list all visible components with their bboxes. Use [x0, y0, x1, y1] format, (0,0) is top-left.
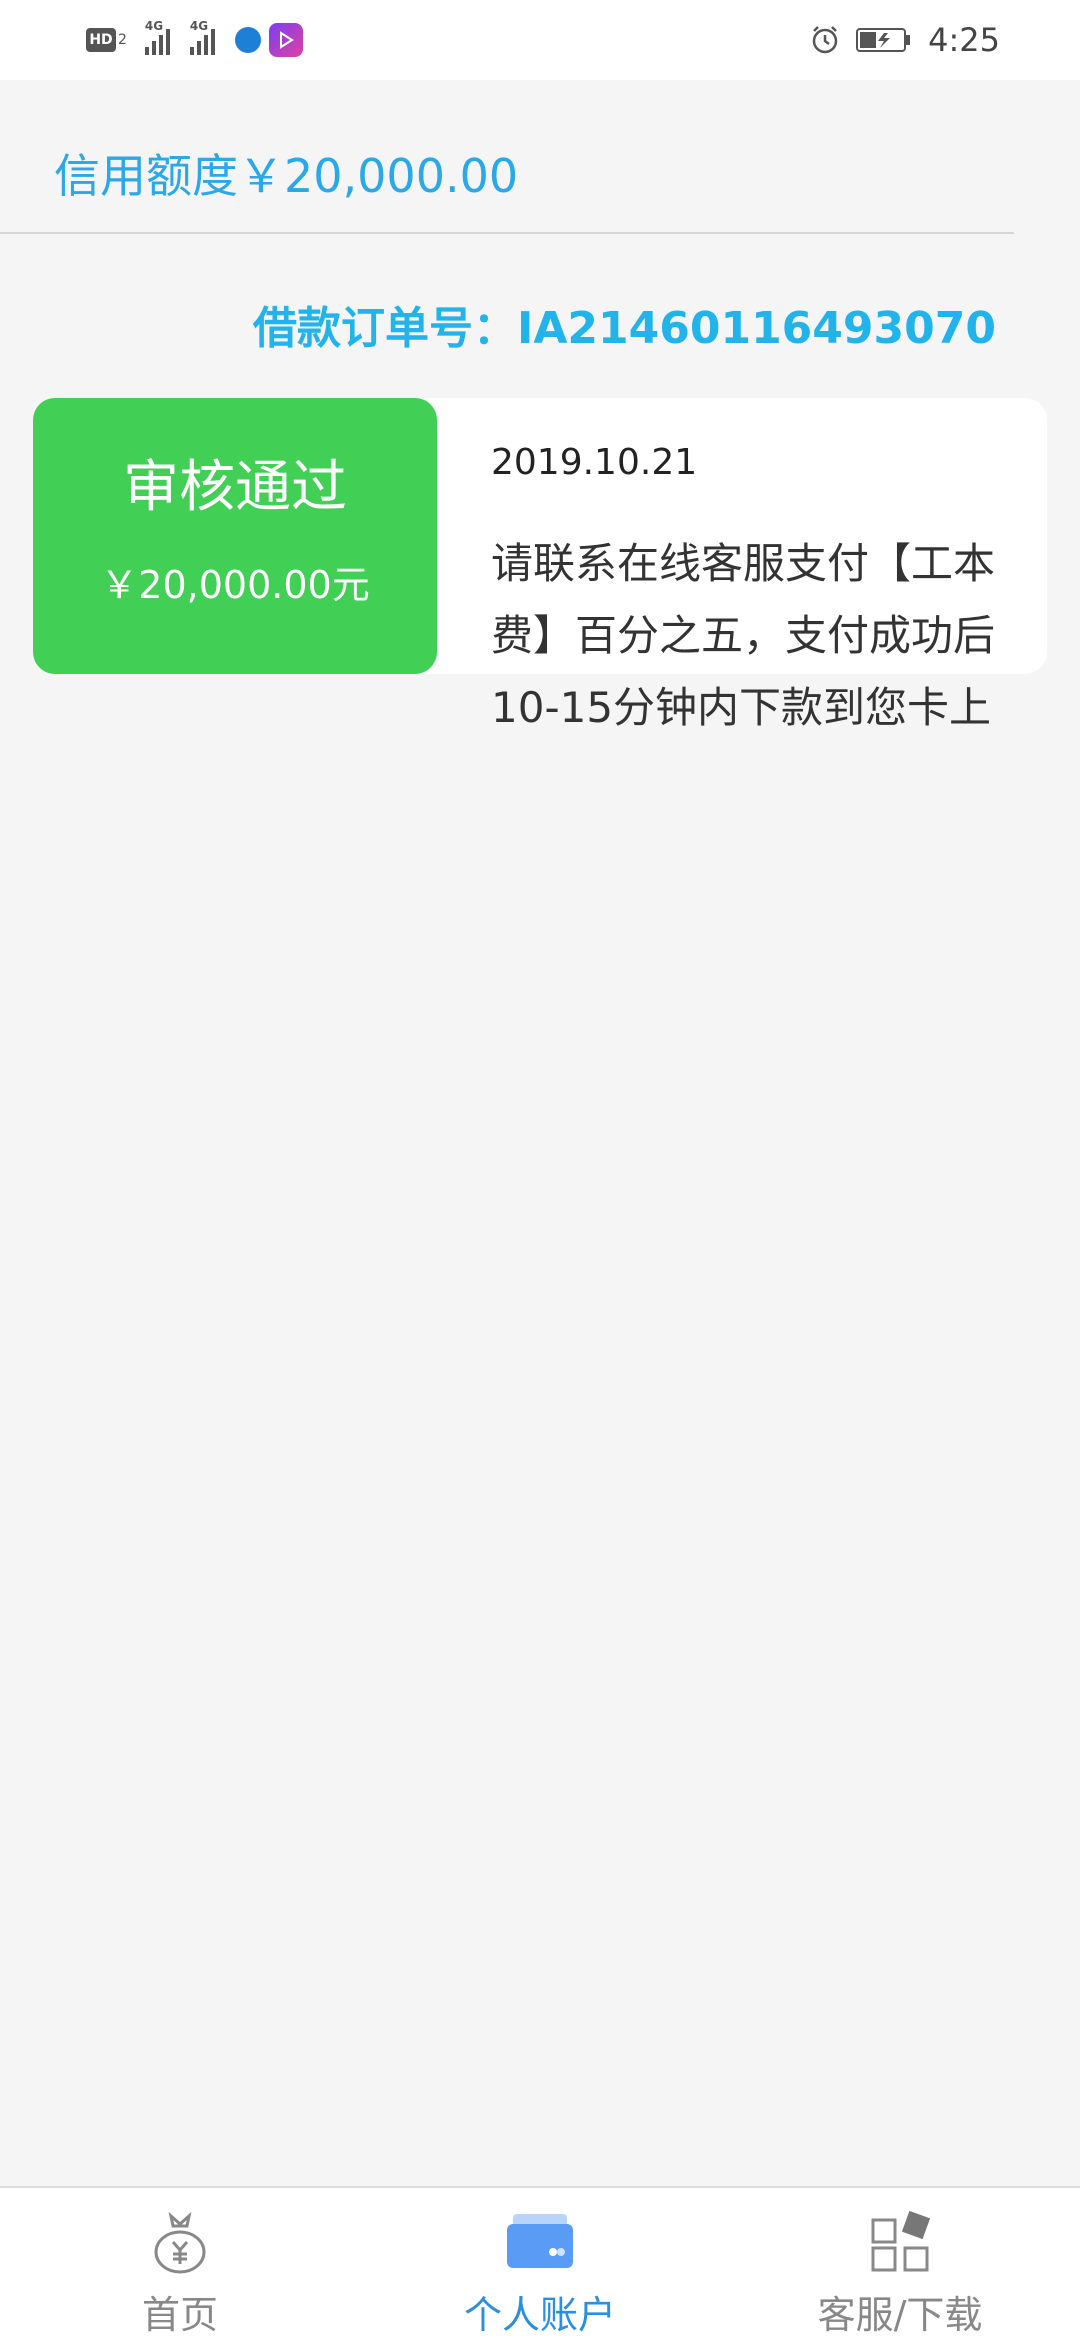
approved-amount: ￥20,000.00元: [100, 563, 370, 607]
nav-item-account[interactable]: 个人账户: [360, 2188, 720, 2342]
approval-status-panel: 审核通过 ￥20,000.00元: [33, 398, 437, 674]
alarm-icon: [812, 26, 838, 54]
wallet-icon: [507, 2214, 573, 2268]
video-app-icon: [268, 23, 303, 57]
hd-sub-label: 2: [118, 32, 127, 48]
status-bar: HD 2 4G 4G 4:25: [0, 0, 1080, 80]
loan-order-number: 借款订单号：IA21460116493070: [252, 303, 996, 354]
money-bag-icon: [154, 2211, 206, 2274]
bottom-nav: 首页 个人账户 客服/下载: [0, 2186, 1080, 2342]
nav-item-home[interactable]: 首页: [0, 2188, 360, 2342]
payment-instruction-message: 请联系在线客服支付【工本费】百分之五，支付成功后10-15分钟内下款到您卡上: [491, 539, 996, 732]
apps-grid-icon: [871, 2210, 931, 2272]
network-type-label: 4G: [189, 19, 209, 33]
approval-status-title: 审核通过: [123, 455, 347, 520]
clock-time: 4:25: [928, 21, 1000, 59]
divider: [0, 232, 1014, 234]
hd-label: HD: [89, 32, 113, 48]
signal-icon: 4G: [144, 19, 170, 55]
browser-app-icon: [234, 27, 261, 53]
application-date: 2019.10.21: [491, 442, 698, 483]
nav-item-service-download[interactable]: 客服/下载: [720, 2188, 1080, 2342]
status-bar-right: 4:25: [810, 18, 1000, 62]
hd-icon: HD: [86, 28, 116, 52]
battery-charging-icon: [856, 28, 911, 52]
status-bar-left: HD 2 4G 4G: [86, 19, 303, 58]
network-type-label: 4G: [144, 19, 164, 33]
signal-icon: 4G: [189, 19, 215, 55]
loan-status-card[interactable]: 审核通过 ￥20,000.00元 2019.10.21 请联系在线客服支付【工本…: [33, 398, 1047, 732]
nav-label-home: 首页: [141, 2293, 218, 2337]
nav-label-account: 个人账户: [463, 2293, 616, 2337]
credit-limit-text: 信用额度￥20,000.00: [54, 149, 519, 203]
nav-label-service-download: 客服/下载: [817, 2293, 983, 2337]
